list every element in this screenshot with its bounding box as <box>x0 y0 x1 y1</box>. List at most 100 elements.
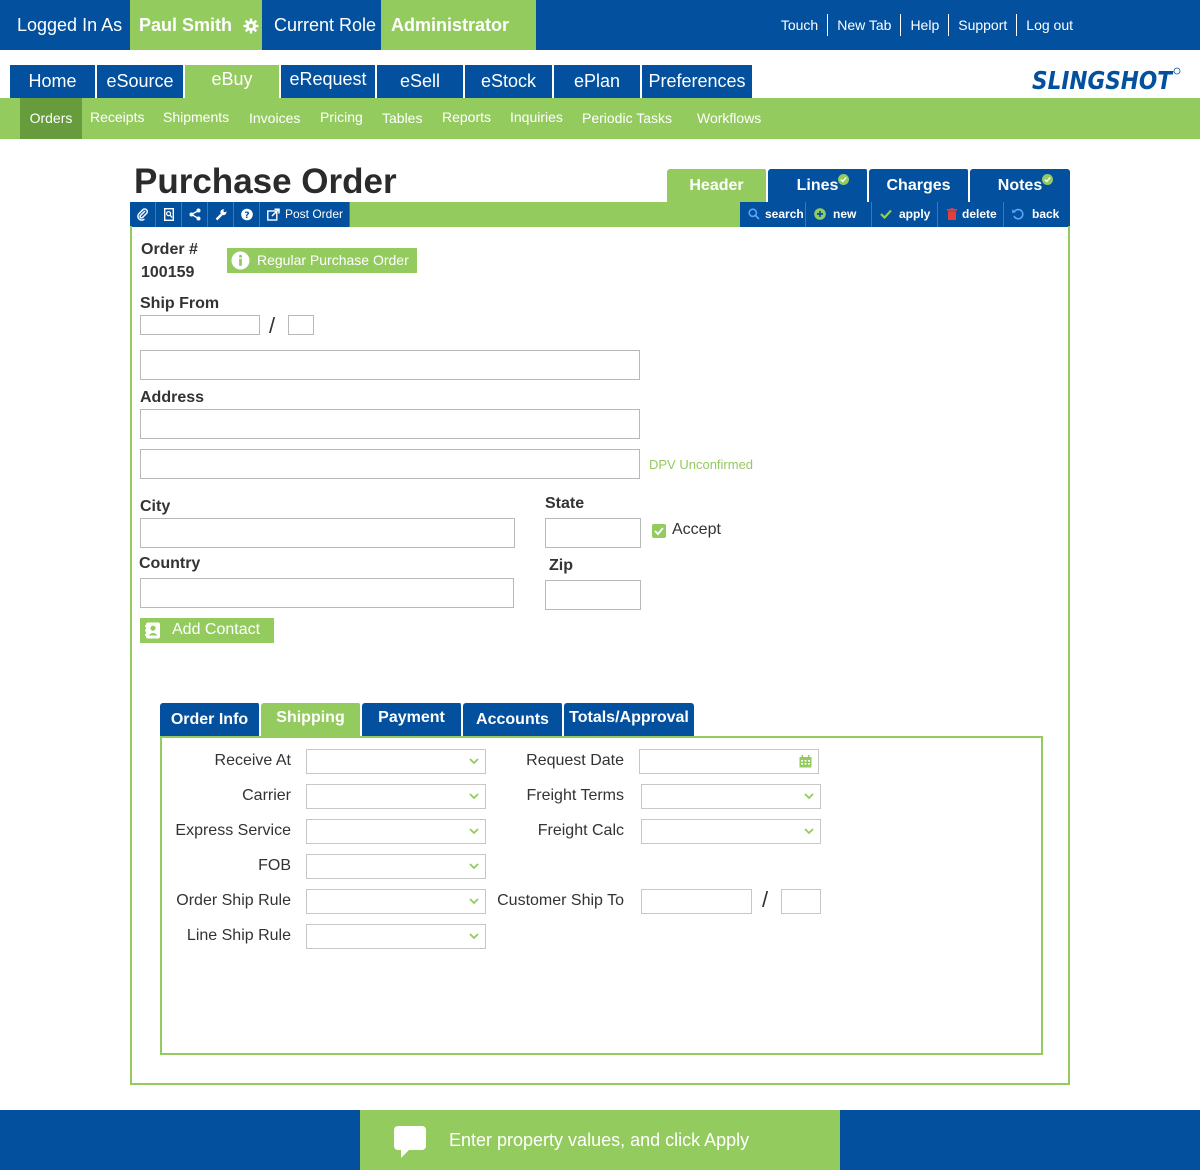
line-ship-rule-select[interactable] <box>306 924 486 949</box>
tab-shipping[interactable]: Shipping <box>261 703 362 736</box>
module-tab-ebuy[interactable]: eBuy <box>185 65 281 98</box>
zip-input[interactable] <box>545 580 641 610</box>
customer-ship-to-input[interactable] <box>641 889 752 914</box>
tab-charges[interactable]: Charges <box>869 169 970 202</box>
check-icon <box>654 527 664 536</box>
fob-label: FOB <box>258 857 291 874</box>
subnav-pricing[interactable]: Pricing <box>320 98 363 139</box>
attach-button[interactable] <box>130 202 156 227</box>
accept-label: Accept <box>672 521 721 538</box>
subnav-orders[interactable]: Orders <box>20 98 82 139</box>
module-tab-erequest[interactable]: eRequest <box>281 65 377 98</box>
tab-order-info[interactable]: Order Info <box>160 703 261 736</box>
toolbar: ? Post Order search new apply delete bac… <box>130 202 1070 227</box>
country-input[interactable] <box>140 578 514 608</box>
new-tab-link[interactable]: New Tab <box>827 14 900 36</box>
touch-link[interactable]: Touch <box>772 14 827 36</box>
module-tab-home[interactable]: Home <box>10 65 97 98</box>
order-type-label: Regular Purchase Order <box>257 252 409 268</box>
page-title: Purchase Order <box>134 162 397 201</box>
carrier-select[interactable] <box>306 784 486 809</box>
delete-button[interactable]: delete <box>938 202 1004 227</box>
freight-terms-select[interactable] <box>641 784 821 809</box>
module-tab-esource[interactable]: eSource <box>97 65 185 98</box>
order-number-value: 100159 <box>141 264 195 281</box>
ship-from-code-input[interactable] <box>140 315 260 335</box>
undo-icon <box>1012 208 1024 220</box>
add-contact-label: Add Contact <box>172 621 261 638</box>
new-label: new <box>833 207 857 221</box>
new-button[interactable]: new <box>806 202 872 227</box>
logout-link[interactable]: Log out <box>1016 14 1082 36</box>
help-link[interactable]: Help <box>900 14 948 36</box>
plus-circle-icon <box>814 208 826 220</box>
tab-lines[interactable]: Lines <box>768 169 869 202</box>
request-date-label: Request Date <box>526 752 624 769</box>
post-order-button[interactable]: Post Order <box>260 202 350 227</box>
accept-checkbox[interactable] <box>652 524 666 538</box>
order-type-badge[interactable]: Regular Purchase Order <box>227 248 417 273</box>
subnav-inquiries[interactable]: Inquiries <box>510 98 563 139</box>
tab-header[interactable]: Header <box>667 169 768 202</box>
help-button[interactable]: ? <box>234 202 260 227</box>
subnav-reports[interactable]: Reports <box>442 98 491 139</box>
order-ship-rule-label: Order Ship Rule <box>176 892 291 909</box>
subnav-receipts[interactable]: Receipts <box>90 98 144 139</box>
express-service-select[interactable] <box>306 819 486 844</box>
apply-button[interactable]: apply <box>872 202 938 227</box>
ship-from-name-input[interactable] <box>140 350 640 380</box>
customer-ship-to-separator: / <box>762 887 769 912</box>
post-order-label: Post Order <box>285 207 344 221</box>
slingshot-logo: SLINGSHOT <box>1032 66 1181 94</box>
state-input[interactable] <box>545 518 641 548</box>
address-line1-input[interactable] <box>140 409 640 439</box>
customer-ship-to-suffix-input[interactable] <box>781 889 821 914</box>
footer-bar: Enter property values, and click Apply <box>0 1110 1200 1170</box>
module-tab-preferences[interactable]: Preferences <box>642 65 752 98</box>
receive-at-select[interactable] <box>306 749 486 774</box>
customer-ship-to-label: Customer Ship To <box>497 892 624 909</box>
tools-button[interactable] <box>208 202 234 227</box>
share-button[interactable] <box>182 202 208 227</box>
address-label: Address <box>140 389 205 406</box>
order-ship-rule-select[interactable] <box>306 889 486 914</box>
tab-notes[interactable]: Notes <box>970 169 1070 202</box>
chevron-down-icon <box>469 793 479 800</box>
support-link[interactable]: Support <box>948 14 1016 36</box>
subnav-shipments[interactable]: Shipments <box>163 98 229 139</box>
subnav-workflows[interactable]: Workflows <box>697 98 761 139</box>
module-tab-eplan[interactable]: ePlan <box>554 65 642 98</box>
shipping-section-tabs: Order Info Shipping Payment Accounts Tot… <box>160 703 694 736</box>
freight-calc-select[interactable] <box>641 819 821 844</box>
chevron-down-icon <box>804 828 814 835</box>
fob-select[interactable] <box>306 854 486 879</box>
tab-payment[interactable]: Payment <box>362 703 463 736</box>
state-label: State <box>545 495 585 512</box>
check-circle-icon <box>838 174 849 185</box>
subnav-periodic-tasks[interactable]: Periodic Tasks <box>582 98 672 139</box>
role-selector[interactable]: Administrator <box>381 0 536 85</box>
tab-totals-approval[interactable]: Totals/Approval <box>564 703 694 736</box>
request-date-input[interactable] <box>639 749 819 774</box>
module-tab-esell[interactable]: eSell <box>377 65 465 98</box>
address-line2-input[interactable] <box>140 449 640 479</box>
ship-from-suffix-input[interactable] <box>288 315 314 335</box>
zip-label: Zip <box>549 557 573 574</box>
module-tab-estock[interactable]: eStock <box>465 65 554 98</box>
city-input[interactable] <box>140 518 515 548</box>
user-name: Paul Smith <box>139 15 233 35</box>
gear-icon <box>243 18 259 34</box>
user-menu[interactable]: Paul Smith <box>130 0 262 50</box>
module-nav: Home eSource eBuy eRequest eSell eStock … <box>10 65 752 98</box>
tab-lines-label: Lines <box>796 177 839 194</box>
add-contact-button[interactable]: Add Contact <box>140 618 274 643</box>
subnav-tables[interactable]: Tables <box>382 98 422 139</box>
subnav-invoices[interactable]: Invoices <box>249 98 300 139</box>
svg-text:?: ? <box>244 211 249 221</box>
document-search-button[interactable] <box>156 202 182 227</box>
city-label: City <box>140 498 171 515</box>
search-button[interactable]: search <box>740 202 806 227</box>
calendar-icon <box>799 755 812 768</box>
back-button[interactable]: back <box>1004 202 1070 227</box>
tab-accounts[interactable]: Accounts <box>463 703 564 736</box>
